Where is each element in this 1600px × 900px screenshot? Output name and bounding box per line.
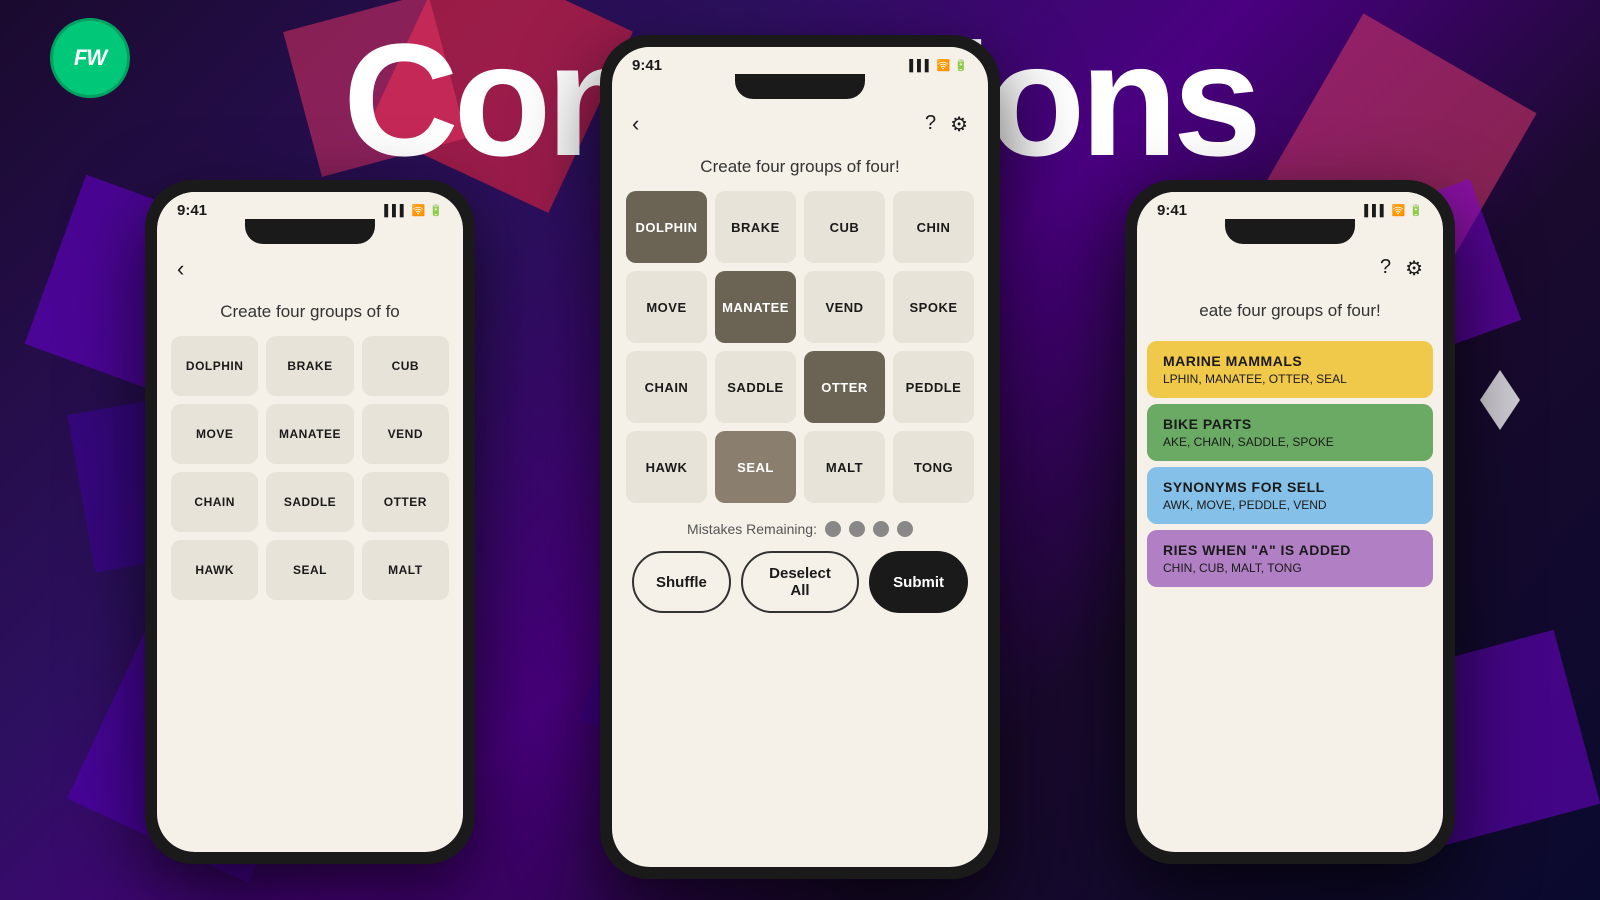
synonyms-sell-words: AWK, MOVE, PEDDLE, VEND: [1163, 498, 1417, 512]
right-battery-icon: 🔋: [1409, 204, 1423, 217]
right-categories: MARINE MAMMALS LPHIN, MANATEE, OTTER, SE…: [1137, 341, 1443, 587]
center-tile-cub[interactable]: CUB: [804, 191, 885, 263]
ries-added-words: CHIN, CUB, MALT, TONG: [1163, 561, 1417, 575]
right-settings-icon[interactable]: ⚙: [1405, 256, 1423, 281]
bike-parts-words: AKE, CHAIN, SADDLE, SPOKE: [1163, 435, 1417, 449]
left-tile-malt[interactable]: MALT: [362, 540, 449, 600]
marine-mammals-title: MARINE MAMMALS: [1163, 353, 1417, 369]
left-word-grid: DOLPHIN BRAKE CUB MOVE MANATEE VEND CHAI…: [157, 336, 463, 600]
deselect-button[interactable]: Deselect All: [741, 551, 859, 613]
mistake-dot-4: [897, 521, 913, 537]
mistake-dot-3: [873, 521, 889, 537]
category-marine-mammals: MARINE MAMMALS LPHIN, MANATEE, OTTER, SE…: [1147, 341, 1433, 398]
mistake-dot-2: [849, 521, 865, 537]
left-tile-brake[interactable]: BRAKE: [266, 336, 353, 396]
center-notch: [735, 74, 865, 99]
center-phone-screen: 9:41 ▌▌▌ 🛜 🔋 ‹ ? ⚙ Create four groups of…: [612, 47, 988, 867]
center-wifi-icon: 🛜: [937, 59, 951, 72]
marine-mammals-words: LPHIN, MANATEE, OTTER, SEAL: [1163, 372, 1417, 386]
left-notch: [245, 219, 375, 244]
left-tile-dolphin[interactable]: DOLPHIN: [171, 336, 258, 396]
left-nav-bar: ‹: [157, 244, 463, 294]
center-signal-icon: ▌▌▌: [909, 60, 932, 72]
right-nav-bar: ? ⚙: [1137, 244, 1443, 293]
center-settings-icon[interactable]: ⚙: [950, 112, 968, 137]
right-wifi-icon: 🛜: [1392, 204, 1406, 217]
center-tile-peddle[interactable]: PEDDLE: [893, 351, 974, 423]
fw-logo[interactable]: FW: [50, 18, 130, 98]
center-phone: 9:41 ▌▌▌ 🛜 🔋 ‹ ? ⚙ Create four groups of…: [600, 35, 1000, 879]
center-tile-hawk[interactable]: HAWK: [626, 431, 707, 503]
center-tile-seal[interactable]: SEAL: [715, 431, 796, 503]
synonyms-sell-title: SYNONYMS FOR SELL: [1163, 479, 1417, 495]
phones-container: 9:41 ▌▌▌ 🛜 🔋 ‹ Create four groups of fo …: [0, 0, 1600, 900]
right-notch: [1225, 219, 1355, 244]
center-tile-spoke[interactable]: SPOKE: [893, 271, 974, 343]
left-tile-saddle[interactable]: SADDLE: [266, 472, 353, 532]
shuffle-button[interactable]: Shuffle: [632, 551, 731, 613]
left-back-button[interactable]: ‹: [177, 256, 184, 282]
left-tile-hawk[interactable]: HAWK: [171, 540, 258, 600]
left-phone: 9:41 ▌▌▌ 🛜 🔋 ‹ Create four groups of fo …: [145, 180, 475, 864]
left-wifi-icon: 🛜: [412, 204, 426, 217]
center-help-icon[interactable]: ?: [925, 112, 936, 137]
center-tile-manatee[interactable]: MANATEE: [715, 271, 796, 343]
mistake-dot-1: [825, 521, 841, 537]
left-phone-screen: 9:41 ▌▌▌ 🛜 🔋 ‹ Create four groups of fo …: [157, 192, 463, 852]
category-synonyms-sell: SYNONYMS FOR SELL AWK, MOVE, PEDDLE, VEN…: [1147, 467, 1433, 524]
center-tile-chin[interactable]: CHIN: [893, 191, 974, 263]
left-tile-seal[interactable]: SEAL: [266, 540, 353, 600]
left-tile-otter[interactable]: OTTER: [362, 472, 449, 532]
left-status-time: 9:41: [177, 202, 207, 219]
category-bike-parts: BIKE PARTS AKE, CHAIN, SADDLE, SPOKE: [1147, 404, 1433, 461]
center-tile-chain[interactable]: CHAIN: [626, 351, 707, 423]
right-game-title: eate four groups of four!: [1137, 293, 1443, 335]
center-status-time: 9:41: [632, 57, 662, 74]
bike-parts-title: BIKE PARTS: [1163, 416, 1417, 432]
left-game-title: Create four groups of fo: [157, 294, 463, 336]
left-tile-vend[interactable]: VEND: [362, 404, 449, 464]
ries-added-title: RIES WHEN "A" IS ADDED: [1163, 542, 1417, 558]
center-back-button[interactable]: ‹: [632, 111, 639, 137]
center-tile-dolphin[interactable]: DOLPHIN: [626, 191, 707, 263]
center-nav-bar: ‹ ? ⚙: [612, 99, 988, 149]
fw-logo-text: FW: [74, 45, 106, 71]
center-game-title: Create four groups of four!: [612, 149, 988, 191]
left-tile-cub[interactable]: CUB: [362, 336, 449, 396]
center-mistakes-row: Mistakes Remaining:: [612, 503, 988, 551]
right-nav-icons: ? ⚙: [1380, 256, 1423, 281]
right-help-icon[interactable]: ?: [1380, 256, 1391, 281]
right-status-icons: ▌▌▌ 🛜 🔋: [1364, 204, 1423, 217]
mistakes-label: Mistakes Remaining:: [687, 521, 817, 537]
submit-button[interactable]: Submit: [869, 551, 968, 613]
category-ries-added: RIES WHEN "A" IS ADDED CHIN, CUB, MALT, …: [1147, 530, 1433, 587]
center-tile-tong[interactable]: TONG: [893, 431, 974, 503]
left-tile-chain[interactable]: CHAIN: [171, 472, 258, 532]
right-status-time: 9:41: [1157, 202, 1187, 219]
center-tile-vend[interactable]: VEND: [804, 271, 885, 343]
center-tile-malt[interactable]: MALT: [804, 431, 885, 503]
center-nav-icons: ? ⚙: [925, 112, 968, 137]
center-tile-otter[interactable]: OTTER: [804, 351, 885, 423]
left-tile-move[interactable]: MOVE: [171, 404, 258, 464]
center-battery-icon: 🔋: [954, 59, 968, 72]
left-battery-icon: 🔋: [429, 204, 443, 217]
right-signal-icon: ▌▌▌: [1364, 205, 1387, 217]
right-phone-screen: 9:41 ▌▌▌ 🛜 🔋 ? ⚙ eate four groups of fou…: [1137, 192, 1443, 852]
center-word-grid: DOLPHIN BRAKE CUB CHIN MOVE MANATEE VEND…: [612, 191, 988, 503]
center-status-icons: ▌▌▌ 🛜 🔋: [909, 59, 968, 72]
left-tile-manatee[interactable]: MANATEE: [266, 404, 353, 464]
left-signal-icon: ▌▌▌: [384, 205, 407, 217]
center-tile-saddle[interactable]: SADDLE: [715, 351, 796, 423]
right-phone: 9:41 ▌▌▌ 🛜 🔋 ? ⚙ eate four groups of fou…: [1125, 180, 1455, 864]
center-tile-move[interactable]: MOVE: [626, 271, 707, 343]
center-action-buttons: Shuffle Deselect All Submit: [612, 551, 988, 633]
left-status-icons: ▌▌▌ 🛜 🔋: [384, 204, 443, 217]
center-tile-brake[interactable]: BRAKE: [715, 191, 796, 263]
